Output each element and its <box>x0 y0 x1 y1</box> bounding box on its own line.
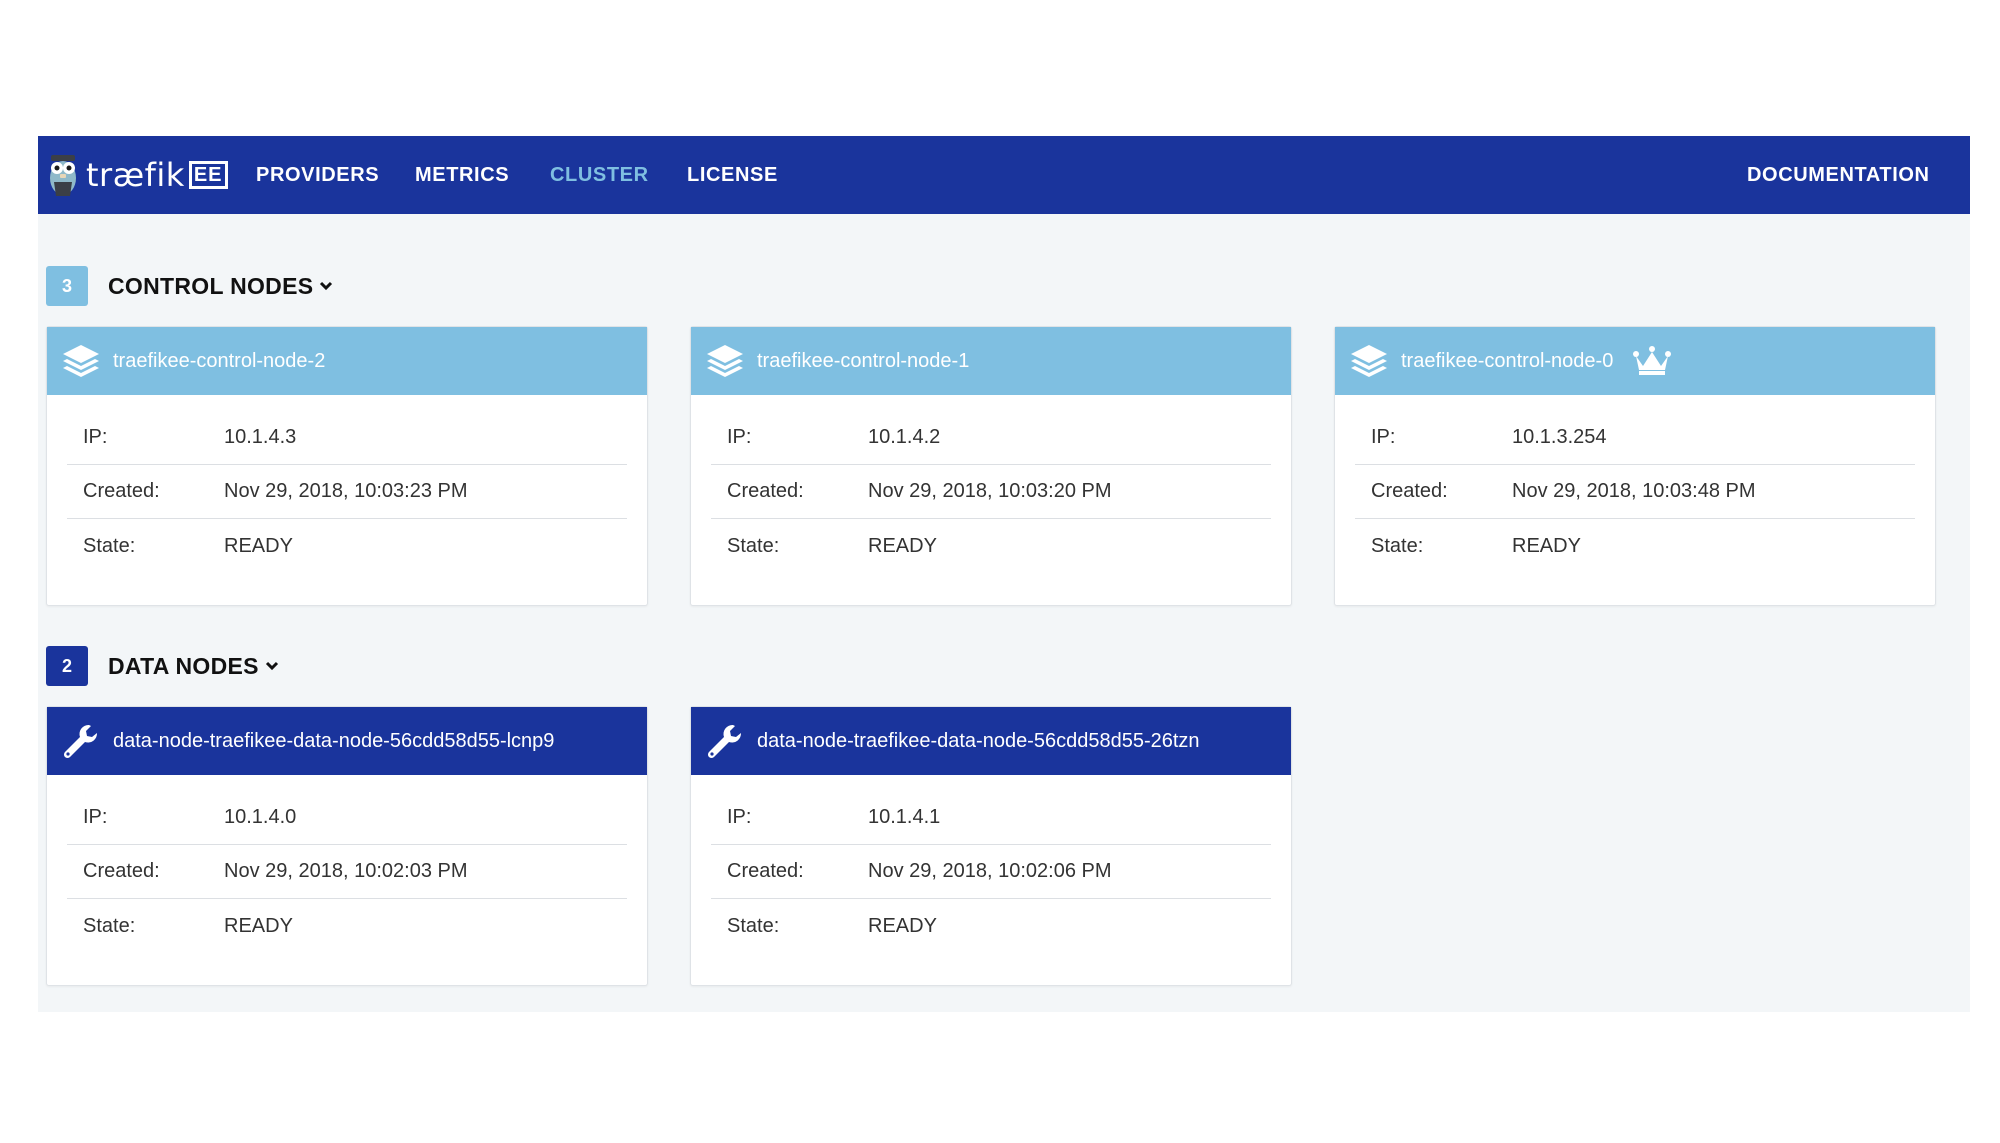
created-value: Nov 29, 2018, 10:03:20 PM <box>868 480 1112 502</box>
created-value: Nov 29, 2018, 10:03:23 PM <box>224 480 468 502</box>
created-value: Nov 29, 2018, 10:02:03 PM <box>224 860 468 882</box>
ip-row: IP: 10.1.3.254 <box>1355 411 1915 465</box>
nav-providers[interactable]: PROVIDERS <box>256 136 379 214</box>
ip-label: IP: <box>83 426 108 448</box>
node-name: traefikee-control-node-2 <box>113 349 326 372</box>
card-header: data-node-traefikee-data-node-56cdd58d55… <box>47 707 647 775</box>
data-nodes-title: DATA NODES <box>108 652 259 679</box>
card-header: data-node-traefikee-data-node-56cdd58d55… <box>691 707 1291 775</box>
data-nodes-count-badge: 2 <box>46 646 88 686</box>
state-value: READY <box>1512 534 1581 557</box>
created-label: Created: <box>727 860 804 882</box>
created-label: Created: <box>83 860 160 882</box>
ip-row: IP: 10.1.4.0 <box>67 791 627 845</box>
logo-text: træfik <box>86 156 185 194</box>
created-row: Created: Nov 29, 2018, 10:03:23 PM <box>67 465 627 519</box>
state-label: State: <box>1371 534 1424 557</box>
state-row: State: READY <box>711 899 1271 953</box>
node-name: traefikee-control-node-1 <box>757 349 970 372</box>
ip-label: IP: <box>727 426 752 448</box>
traefik-ee-logo[interactable]: træfik EE <box>46 148 228 202</box>
ip-label: IP: <box>1371 426 1396 448</box>
state-value: READY <box>868 534 937 557</box>
node-name: data-node-traefikee-data-node-56cdd58d55… <box>113 729 555 752</box>
ip-value: 10.1.4.3 <box>224 426 297 448</box>
card-body: IP: 10.1.4.3 Created: Nov 29, 2018, 10:03:… <box>47 395 647 573</box>
state-label: State: <box>727 914 780 937</box>
ip-value: 10.1.4.2 <box>868 426 941 448</box>
logo-ee-badge: EE <box>188 161 228 189</box>
state-value: READY <box>224 914 293 937</box>
node-name: traefikee-control-node-0 <box>1401 349 1614 372</box>
wrench-icon <box>707 724 742 759</box>
created-label: Created: <box>1371 480 1448 502</box>
card-body: IP: 10.1.4.1 Created: Nov 29, 2018, 10:02:… <box>691 775 1291 953</box>
app-container: træfik EE PROVIDERS METRICS CLUSTER LICE… <box>38 136 1970 1012</box>
data-node-card[interactable]: data-node-traefikee-data-node-56cdd58d55… <box>690 706 1292 986</box>
card-body: IP: 10.1.4.0 Created: Nov 29, 2018, 10:02:… <box>47 775 647 953</box>
card-body: IP: 10.1.3.254 Created: Nov 29, 2018, 10:0… <box>1335 395 1935 573</box>
ip-row: IP: 10.1.4.1 <box>711 791 1271 845</box>
gopher-mascot-icon <box>50 155 76 196</box>
chevron-down-icon <box>265 661 278 671</box>
data-nodes-header[interactable]: 2 DATA NODES <box>46 646 279 686</box>
ip-value: 10.1.4.0 <box>224 806 297 828</box>
nav-cluster[interactable]: CLUSTER <box>550 136 649 214</box>
created-row: Created: Nov 29, 2018, 10:03:20 PM <box>711 465 1271 519</box>
state-value: READY <box>868 914 937 937</box>
control-nodes-count-badge: 3 <box>46 266 88 306</box>
card-header: traefikee-control-node-0 <box>1335 327 1935 395</box>
ip-row: IP: 10.1.4.2 <box>711 411 1271 465</box>
top-navbar: træfik EE PROVIDERS METRICS CLUSTER LICE… <box>38 136 1970 214</box>
nav-metrics[interactable]: METRICS <box>415 136 509 214</box>
leader-crown-icon <box>1633 346 1672 375</box>
created-value: Nov 29, 2018, 10:03:48 PM <box>1512 480 1756 502</box>
state-row: State: READY <box>67 899 627 953</box>
control-nodes-title: CONTROL NODES <box>108 272 314 299</box>
state-row: State: READY <box>1355 519 1915 573</box>
created-row: Created: Nov 29, 2018, 10:02:03 PM <box>67 845 627 899</box>
control-node-card[interactable]: traefikee-control-node-0 IP: 10.1.3.254 C… <box>1334 326 1936 606</box>
layers-icon <box>707 345 743 377</box>
node-name: data-node-traefikee-data-node-56cdd58d55… <box>757 729 1200 752</box>
state-value: READY <box>224 534 293 557</box>
card-header: traefikee-control-node-1 <box>691 327 1291 395</box>
ip-label: IP: <box>727 806 752 828</box>
layers-icon <box>63 345 99 377</box>
nav-documentation[interactable]: DOCUMENTATION <box>1747 136 1930 214</box>
state-row: State: READY <box>67 519 627 573</box>
state-label: State: <box>83 534 136 557</box>
ip-value: 10.1.3.254 <box>1512 426 1607 448</box>
control-nodes-header[interactable]: 3 CONTROL NODES <box>46 266 333 306</box>
created-label: Created: <box>83 480 160 502</box>
control-node-card[interactable]: traefikee-control-node-2 IP: 10.1.4.3 Cre… <box>46 326 648 606</box>
created-value: Nov 29, 2018, 10:02:06 PM <box>868 860 1112 882</box>
state-row: State: READY <box>711 519 1271 573</box>
layers-icon <box>1351 345 1387 377</box>
nav-license[interactable]: LICENSE <box>687 136 778 214</box>
state-label: State: <box>727 534 780 557</box>
ip-row: IP: 10.1.4.3 <box>67 411 627 465</box>
ip-label: IP: <box>83 806 108 828</box>
wrench-icon <box>63 724 98 759</box>
card-header: traefikee-control-node-2 <box>47 327 647 395</box>
control-node-card[interactable]: traefikee-control-node-1 IP: 10.1.4.2 Cre… <box>690 326 1292 606</box>
ip-value: 10.1.4.1 <box>868 806 941 828</box>
created-label: Created: <box>727 480 804 502</box>
state-label: State: <box>83 914 136 937</box>
created-row: Created: Nov 29, 2018, 10:02:06 PM <box>711 845 1271 899</box>
chevron-down-icon <box>320 281 333 291</box>
data-node-card[interactable]: data-node-traefikee-data-node-56cdd58d55… <box>46 706 648 986</box>
created-row: Created: Nov 29, 2018, 10:03:48 PM <box>1355 465 1915 519</box>
card-body: IP: 10.1.4.2 Created: Nov 29, 2018, 10:03:… <box>691 395 1291 573</box>
